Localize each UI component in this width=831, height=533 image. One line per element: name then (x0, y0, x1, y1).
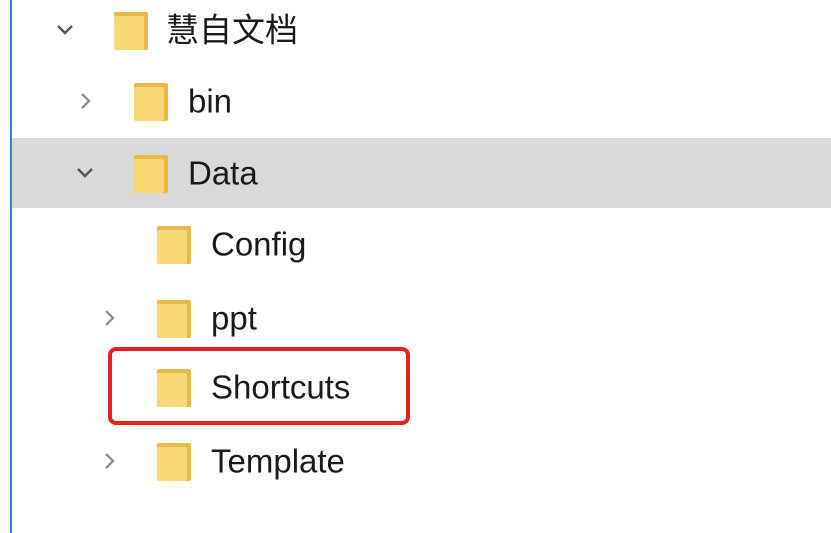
annotation-highlight-box (108, 347, 410, 425)
folder-icon (112, 8, 150, 52)
tree-item-template[interactable]: Template (12, 426, 831, 496)
folder-icon (155, 222, 193, 266)
explorer-navigation-pane: 慧自文档 bin Data Config ppt Shortcuts Templ… (0, 0, 831, 533)
folder-icon (155, 296, 193, 340)
tree-item-label: ppt (211, 299, 257, 337)
tree-item-label: Template (211, 442, 345, 480)
tree-item-huizi-docs[interactable]: 慧自文档 (12, 0, 831, 65)
folder-icon (132, 151, 170, 195)
tree-item-label: Config (211, 225, 307, 263)
tree-item-data[interactable]: Data (12, 138, 831, 208)
tree-item-bin[interactable]: bin (12, 66, 831, 136)
tree-item-label: Data (188, 154, 258, 192)
tree-item-ppt[interactable]: ppt (12, 283, 831, 353)
chevron-right-icon[interactable] (98, 450, 120, 472)
tree-item-label: 慧自文档 (166, 11, 298, 49)
folder-icon (155, 439, 193, 483)
chevron-down-icon[interactable] (74, 162, 96, 184)
chevron-right-icon[interactable] (74, 90, 96, 112)
chevron-right-icon[interactable] (98, 307, 120, 329)
tree-item-label: bin (188, 82, 233, 120)
folder-tree: 慧自文档 bin Data Config ppt Shortcuts Templ… (12, 0, 831, 533)
folder-icon (132, 79, 170, 123)
chevron-down-icon[interactable] (54, 19, 76, 41)
tree-item-config[interactable]: Config (12, 209, 831, 279)
